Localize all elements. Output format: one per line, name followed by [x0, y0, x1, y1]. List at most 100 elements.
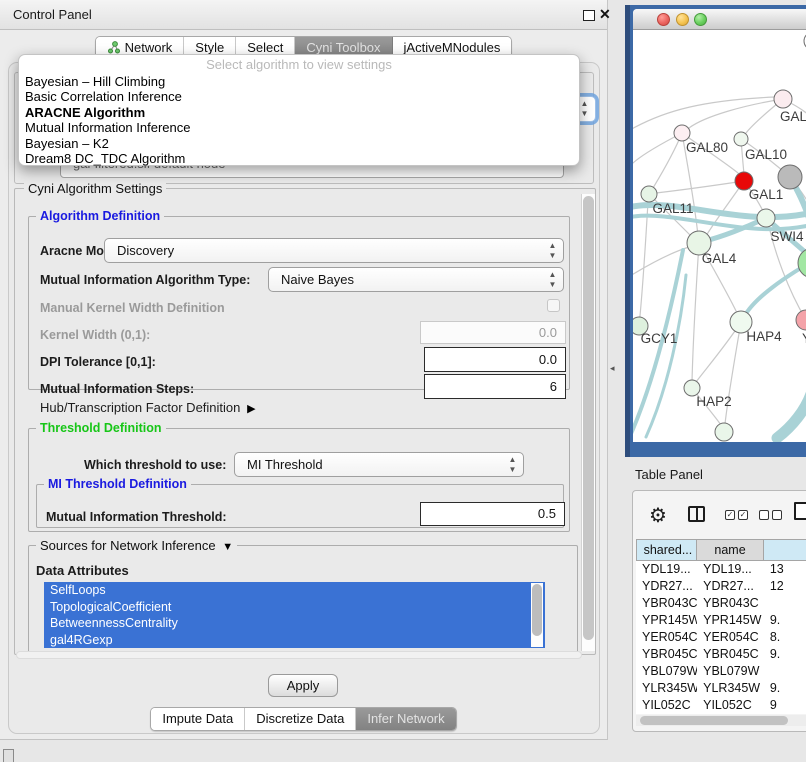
- network-node[interactable]: [674, 125, 690, 141]
- float-window-icon[interactable]: [583, 10, 595, 21]
- algorithm-option[interactable]: Mutual Information Inference: [19, 120, 579, 135]
- table-cell[interactable]: YBR045C: [636, 646, 697, 663]
- table-horizontal-scrollbar[interactable]: [636, 715, 806, 726]
- data-attribute-item[interactable]: SelfLoops: [44, 582, 545, 599]
- bottom-tab-bar: Impute Data Discretize Data Infer Network: [0, 707, 607, 731]
- table-cell[interactable]: 9.: [764, 646, 806, 663]
- horizontal-scrollbar[interactable]: [16, 651, 582, 659]
- bottom-tab-label: Discretize Data: [256, 711, 344, 726]
- table-cell[interactable]: [764, 595, 806, 612]
- mi-threshold-field[interactable]: 0.5: [420, 502, 565, 526]
- zoom-traffic-light-icon[interactable]: [694, 13, 707, 26]
- network-node[interactable]: [734, 132, 748, 146]
- settings-scrollbar[interactable]: [581, 194, 595, 651]
- collapse-arrow-icon: ▶: [244, 402, 256, 415]
- table-cell[interactable]: YLR345W: [697, 680, 764, 697]
- dpi-tolerance-field[interactable]: 0.0: [424, 347, 566, 372]
- table-row[interactable]: YBR043CYBR043C: [636, 595, 806, 612]
- bottom-tab-discretize-data[interactable]: Discretize Data: [245, 708, 356, 730]
- minimized-panel-icon[interactable]: [3, 749, 14, 762]
- sources-toggle[interactable]: Sources for Network Inference ▼: [36, 538, 237, 553]
- node-table: shared...name YDL19...YDL19...13YDR27...…: [636, 539, 806, 714]
- deselect-all-icon[interactable]: [759, 510, 782, 520]
- manual-kernel-width-checkbox[interactable]: [547, 299, 560, 312]
- table-cell[interactable]: 9.: [764, 680, 806, 697]
- network-node[interactable]: [641, 186, 657, 202]
- attributes-scrollbar[interactable]: [531, 583, 543, 647]
- table-cell[interactable]: 12: [764, 578, 806, 595]
- table-cell[interactable]: YLR345W: [636, 680, 697, 697]
- bottom-tab-impute-data[interactable]: Impute Data: [151, 708, 245, 730]
- network-edge: [656, 181, 744, 193]
- network-canvas[interactable]: GALGAL80GAL10GAL1GAL11SWI4GAL4GCY1HAP4YH…: [633, 30, 806, 442]
- mi-threshold-label: Mutual Information Threshold:: [46, 510, 227, 524]
- table-cell[interactable]: YIL052C: [697, 697, 764, 714]
- table-cell[interactable]: YPR145W: [697, 612, 764, 629]
- table-cell[interactable]: 9.: [764, 612, 806, 629]
- data-attribute-item[interactable]: TopologicalCoefficient: [44, 599, 545, 616]
- table-row[interactable]: YBR045CYBR045C9.: [636, 646, 806, 663]
- control-panel: Control Panel ✕ NetworkStyleSelectCyni T…: [0, 0, 608, 740]
- table-row[interactable]: YDL19...YDL19...13: [636, 561, 806, 578]
- hub-definition-toggle[interactable]: Hub/Transcription Factor Definition ▶: [40, 400, 256, 415]
- kernel-width-field[interactable]: 0.0: [420, 321, 566, 344]
- table-row[interactable]: YPR145WYPR145W9.: [636, 612, 806, 629]
- table-cell[interactable]: YER054C: [636, 629, 697, 646]
- apply-button[interactable]: Apply: [268, 674, 338, 697]
- table-cell[interactable]: YPR145W: [636, 612, 697, 629]
- table-cell[interactable]: YIL052C: [636, 697, 697, 714]
- network-node[interactable]: [798, 248, 806, 278]
- bottom-tab-label: Impute Data: [162, 711, 233, 726]
- table-cell[interactable]: YBR045C: [697, 646, 764, 663]
- network-node[interactable]: [774, 90, 792, 108]
- table-cell[interactable]: YDL19...: [697, 561, 764, 578]
- node-label: GCY1: [641, 331, 678, 346]
- algorithm-option[interactable]: Basic Correlation Inference: [19, 89, 579, 104]
- table-cell[interactable]: YBR043C: [697, 595, 764, 612]
- table-cell[interactable]: 9: [764, 697, 806, 714]
- close-icon[interactable]: ✕: [599, 6, 611, 23]
- network-node[interactable]: [796, 310, 806, 330]
- network-node[interactable]: [757, 209, 775, 227]
- data-attribute-item[interactable]: gal4RGexp: [44, 632, 545, 649]
- mi-algorithm-type-combobox[interactable]: Naive Bayes ▲▼: [268, 267, 564, 292]
- table-cell[interactable]: [764, 663, 806, 680]
- table-cell[interactable]: YDR27...: [697, 578, 764, 595]
- columns-icon[interactable]: [688, 506, 705, 522]
- table-cell[interactable]: 8.: [764, 629, 806, 646]
- table-cell[interactable]: 13: [764, 561, 806, 578]
- select-all-icon[interactable]: ✓✓: [725, 510, 748, 520]
- table-cell[interactable]: YDR27...: [636, 578, 697, 595]
- bottom-tab-label: Infer Network: [367, 711, 444, 726]
- table-row[interactable]: YER054CYER054C8.: [636, 629, 806, 646]
- table-row[interactable]: YDR27...YDR27...12: [636, 578, 806, 595]
- algorithm-option[interactable]: ARACNE Algorithm: [19, 105, 579, 120]
- table-cell[interactable]: YER054C: [697, 629, 764, 646]
- column-header[interactable]: [764, 539, 806, 561]
- export-table-icon[interactable]: [794, 502, 806, 520]
- network-edge: [692, 243, 699, 382]
- algorithm-option[interactable]: Dream8 DC_TDC Algorithm: [19, 151, 579, 166]
- divider-handle-icon[interactable]: ◂: [610, 363, 615, 374]
- aracne-mode-combobox[interactable]: Discovery ▲▼: [104, 238, 564, 263]
- table-cell[interactable]: YDL19...: [636, 561, 697, 578]
- bottom-tab-infer-network[interactable]: Infer Network: [356, 708, 455, 730]
- table-row[interactable]: YIL052CYIL052C9: [636, 697, 806, 714]
- table-cell[interactable]: YBL079W: [636, 663, 697, 680]
- table-cell[interactable]: YBL079W: [697, 663, 764, 680]
- gear-icon[interactable]: ⚙: [649, 503, 667, 528]
- algorithm-option[interactable]: Bayesian – K2: [19, 136, 579, 151]
- column-header[interactable]: shared...: [636, 539, 697, 561]
- column-header[interactable]: name: [697, 539, 764, 561]
- network-node[interactable]: [778, 165, 802, 189]
- table-row[interactable]: YBL079WYBL079W: [636, 663, 806, 680]
- data-attribute-item[interactable]: BetweennessCentrality: [44, 615, 545, 632]
- mi-steps-field[interactable]: 6: [424, 374, 566, 399]
- minimize-traffic-light-icon[interactable]: [676, 13, 689, 26]
- close-traffic-light-icon[interactable]: [657, 13, 670, 26]
- table-row[interactable]: YLR345WYLR345W9.: [636, 680, 806, 697]
- which-threshold-combobox[interactable]: MI Threshold ▲▼: [234, 452, 524, 477]
- table-cell[interactable]: YBR043C: [636, 595, 697, 612]
- network-node[interactable]: [715, 423, 733, 441]
- algorithm-option[interactable]: Bayesian – Hill Climbing: [19, 74, 579, 89]
